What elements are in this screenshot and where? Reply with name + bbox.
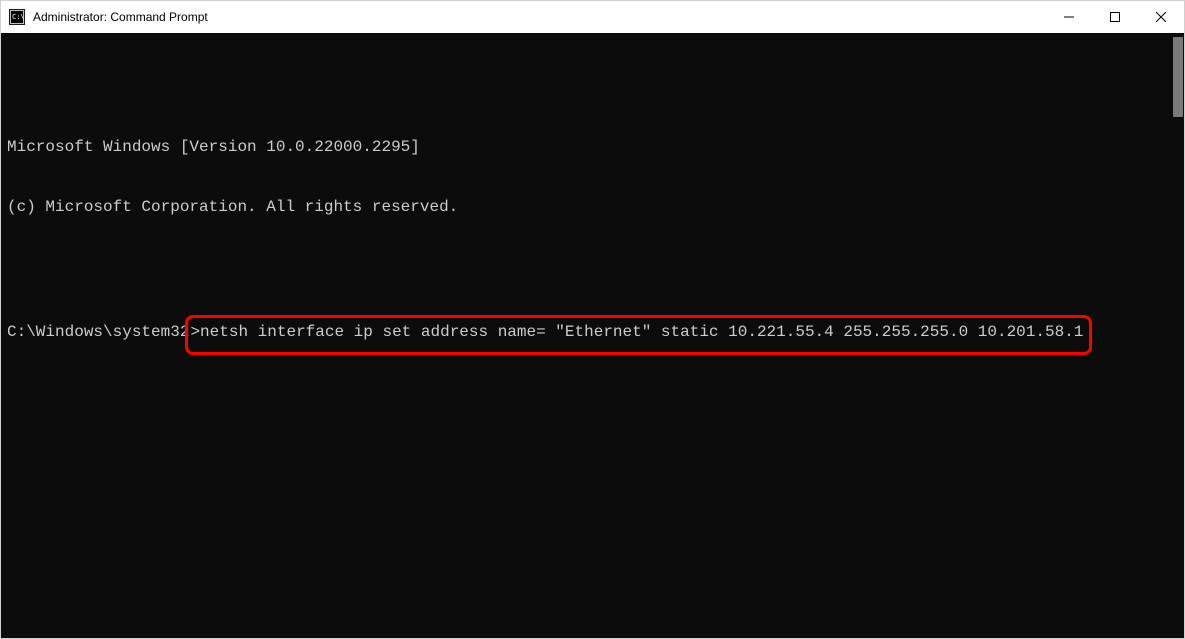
command-prompt-window: C:\ Administrator: Command Prompt: [0, 0, 1185, 639]
prompt-symbol: >: [190, 323, 200, 341]
terminal-content: Microsoft Windows [Version 10.0.22000.22…: [7, 97, 1178, 395]
minimize-icon: [1064, 12, 1074, 22]
prompt-path: C:\Windows\system32: [7, 323, 189, 341]
app-icon: C:\: [9, 9, 25, 25]
svg-text:C:\: C:\: [12, 13, 25, 21]
terminal-prompt-line: C:\Windows\system32>netsh interface ip s…: [7, 317, 1178, 355]
terminal-area[interactable]: Microsoft Windows [Version 10.0.22000.22…: [1, 33, 1184, 638]
command-highlight: >netsh interface ip set address name= "E…: [185, 315, 1092, 355]
terminal-output-line: (c) Microsoft Corporation. All rights re…: [7, 197, 1178, 217]
titlebar[interactable]: C:\ Administrator: Command Prompt: [1, 1, 1184, 33]
window-controls: [1046, 1, 1184, 33]
close-icon: [1156, 12, 1166, 22]
close-button[interactable]: [1138, 1, 1184, 33]
minimize-button[interactable]: [1046, 1, 1092, 33]
terminal-blank-line: [7, 257, 1178, 277]
terminal-output-line: Microsoft Windows [Version 10.0.22000.22…: [7, 137, 1178, 157]
command-text: netsh interface ip set address name= "Et…: [200, 323, 1083, 341]
window-title: Administrator: Command Prompt: [33, 10, 1046, 24]
maximize-button[interactable]: [1092, 1, 1138, 33]
maximize-icon: [1110, 12, 1120, 22]
